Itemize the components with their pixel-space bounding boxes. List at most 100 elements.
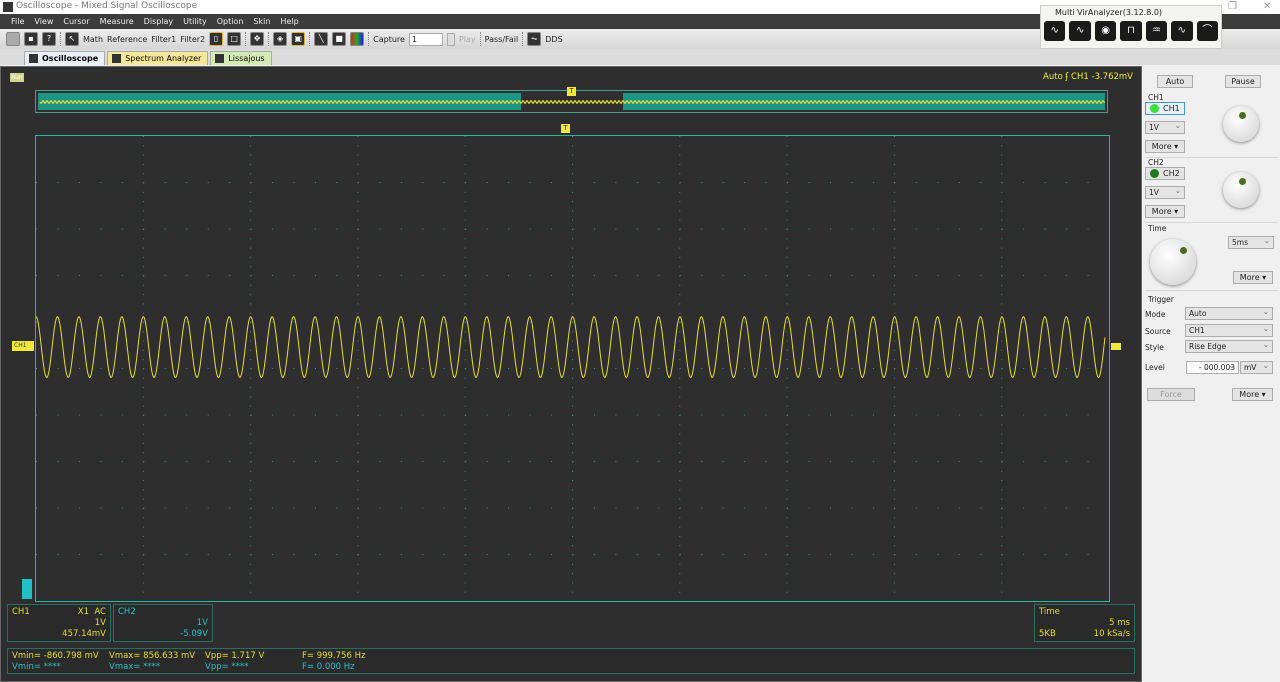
menu-skin[interactable]: Skin — [248, 14, 275, 29]
menu-cursor[interactable]: Cursor — [58, 14, 94, 29]
grid-dot — [250, 387, 252, 389]
auto-button[interactable]: Auto — [1157, 75, 1193, 88]
force-button[interactable]: Force — [1147, 388, 1195, 401]
grid-dot — [572, 433, 573, 435]
stop-icon[interactable]: ■ — [332, 32, 347, 46]
grid-dot — [851, 554, 853, 555]
ch2-offset-marker[interactable] — [22, 579, 32, 599]
filter1-button[interactable]: Filter1 — [151, 35, 176, 44]
math-button[interactable]: Math — [83, 35, 103, 44]
reference-button[interactable]: Reference — [107, 35, 147, 44]
play-button[interactable]: Play — [459, 35, 476, 44]
overview-waveform — [39, 99, 1106, 105]
trigger-source-select[interactable]: CH1 — [1185, 323, 1273, 337]
trigger-style-select[interactable]: Rise Edge — [1185, 339, 1273, 353]
restore-icon[interactable]: ❐ — [1228, 0, 1237, 13]
ch2-more-button[interactable]: More ▾ — [1145, 205, 1185, 218]
save-icon[interactable]: ▪ — [24, 32, 38, 46]
time-base-knob[interactable] — [1150, 239, 1196, 285]
filter2-button[interactable]: Filter2 — [180, 35, 205, 44]
trigger-position-marker[interactable]: T — [567, 87, 576, 96]
trigger-level-marker[interactable] — [1111, 343, 1121, 350]
close-icon[interactable]: ✕ — [1263, 0, 1271, 13]
signal-generator-icon[interactable]: ⊓ — [1120, 21, 1142, 41]
ch2-scale-select[interactable]: 1V — [1145, 185, 1185, 199]
capture-count-input[interactable]: 1 — [408, 32, 443, 46]
grid-dot — [143, 275, 145, 276]
filter-icon[interactable]: ⌒ — [1196, 21, 1218, 41]
tab-spectrum-analyzer[interactable]: Spectrum Analyzer — [107, 51, 209, 65]
grid-dot — [357, 405, 359, 407]
grid-dot — [615, 414, 617, 416]
open-icon[interactable] — [6, 32, 20, 46]
time-scale: 5 ms — [1109, 618, 1130, 628]
scope-analyzer-icon[interactable]: ∿ — [1044, 21, 1066, 41]
grid-dot — [422, 275, 424, 276]
ch1-more-button[interactable]: More ▾ — [1145, 140, 1185, 153]
multimeter-icon[interactable]: ♒ — [1145, 21, 1168, 41]
grid-dot — [422, 228, 424, 230]
grid-dot — [142, 303, 144, 305]
ch1-toggle-button[interactable]: CH1 — [1145, 102, 1185, 115]
ch2-volts-knob[interactable] — [1223, 172, 1259, 208]
help-icon[interactable]: ? — [42, 32, 56, 46]
trigger-more-button[interactable]: More ▾ — [1232, 388, 1273, 401]
tag-icon[interactable]: ◈ — [273, 32, 288, 46]
recorder-icon[interactable]: ◉ — [1094, 21, 1117, 41]
tab-oscilloscope[interactable]: Oscilloscope — [24, 51, 106, 65]
waveform-graph[interactable] — [35, 135, 1110, 602]
time-scale-select[interactable]: 5ms — [1228, 235, 1274, 249]
trigger-level-input[interactable]: - 000.003 — [1186, 360, 1239, 374]
grid-dot — [1001, 173, 1003, 175]
spectrum-icon[interactable]: ∿ — [1171, 21, 1193, 41]
tab-lissajous[interactable]: Lissajous — [210, 51, 272, 65]
menu-option[interactable]: Option — [212, 14, 249, 29]
grid-dot — [808, 182, 810, 183]
menu-file[interactable]: File — [6, 14, 29, 29]
ch1-offset-marker[interactable]: CH1 — [12, 341, 34, 351]
grid-dot — [786, 545, 788, 547]
split-view-icon[interactable]: ▯ — [209, 32, 224, 46]
screenshot-icon[interactable]: ▣ — [291, 32, 306, 46]
ch1-coupling: AC — [94, 607, 106, 617]
grid-dot — [1001, 163, 1003, 165]
grid-dot — [636, 182, 638, 183]
grid-dot — [1001, 405, 1003, 407]
menu-display[interactable]: Display — [139, 14, 179, 29]
dds-icon[interactable]: ⏦ — [527, 32, 542, 46]
trigger-level-unit-select[interactable]: mV — [1240, 360, 1273, 374]
menu-measure[interactable]: Measure — [95, 14, 139, 29]
grid-dot — [679, 387, 681, 389]
spectrum-analyzer-icon[interactable]: ∿ — [1069, 21, 1091, 41]
grid-dot — [701, 507, 703, 509]
menu-view[interactable]: View — [29, 14, 58, 29]
trigger-mode-select[interactable]: Auto — [1185, 306, 1273, 320]
grid-dot — [121, 554, 123, 555]
grid-dot — [143, 461, 145, 462]
menu-utility[interactable]: Utility — [178, 14, 212, 29]
ch2-toggle-button[interactable]: CH2 — [1145, 167, 1185, 180]
menu-help[interactable]: Help — [275, 14, 303, 29]
grid-dot — [250, 321, 252, 323]
grid-dot — [958, 321, 960, 323]
pause-button[interactable]: Pause — [1225, 75, 1261, 88]
grid-dot — [142, 442, 144, 444]
passfail-button[interactable]: Pass/Fail — [485, 35, 519, 44]
capture-dropdown[interactable] — [446, 32, 455, 46]
grid-dot — [679, 442, 681, 444]
ch1-volts-knob[interactable] — [1223, 106, 1259, 142]
zoom-icon[interactable]: ✥ — [250, 32, 265, 46]
grid-dot — [572, 489, 573, 491]
dds-button[interactable]: DDS — [545, 35, 562, 44]
color-icon[interactable] — [350, 32, 365, 46]
line-tool-icon[interactable]: ╲ — [314, 32, 329, 46]
full-view-icon[interactable]: □ — [227, 32, 242, 46]
probe-icon[interactable]: ↖ — [65, 32, 79, 46]
grid-dot — [464, 238, 466, 240]
ch1-scale-select[interactable]: 1V — [1145, 120, 1185, 134]
grid-dot — [1001, 563, 1003, 565]
trigger-time-marker[interactable]: T — [561, 124, 570, 133]
grid-dot — [572, 294, 573, 296]
grid-dot — [1087, 461, 1089, 462]
time-more-button[interactable]: More ▾ — [1233, 271, 1273, 284]
